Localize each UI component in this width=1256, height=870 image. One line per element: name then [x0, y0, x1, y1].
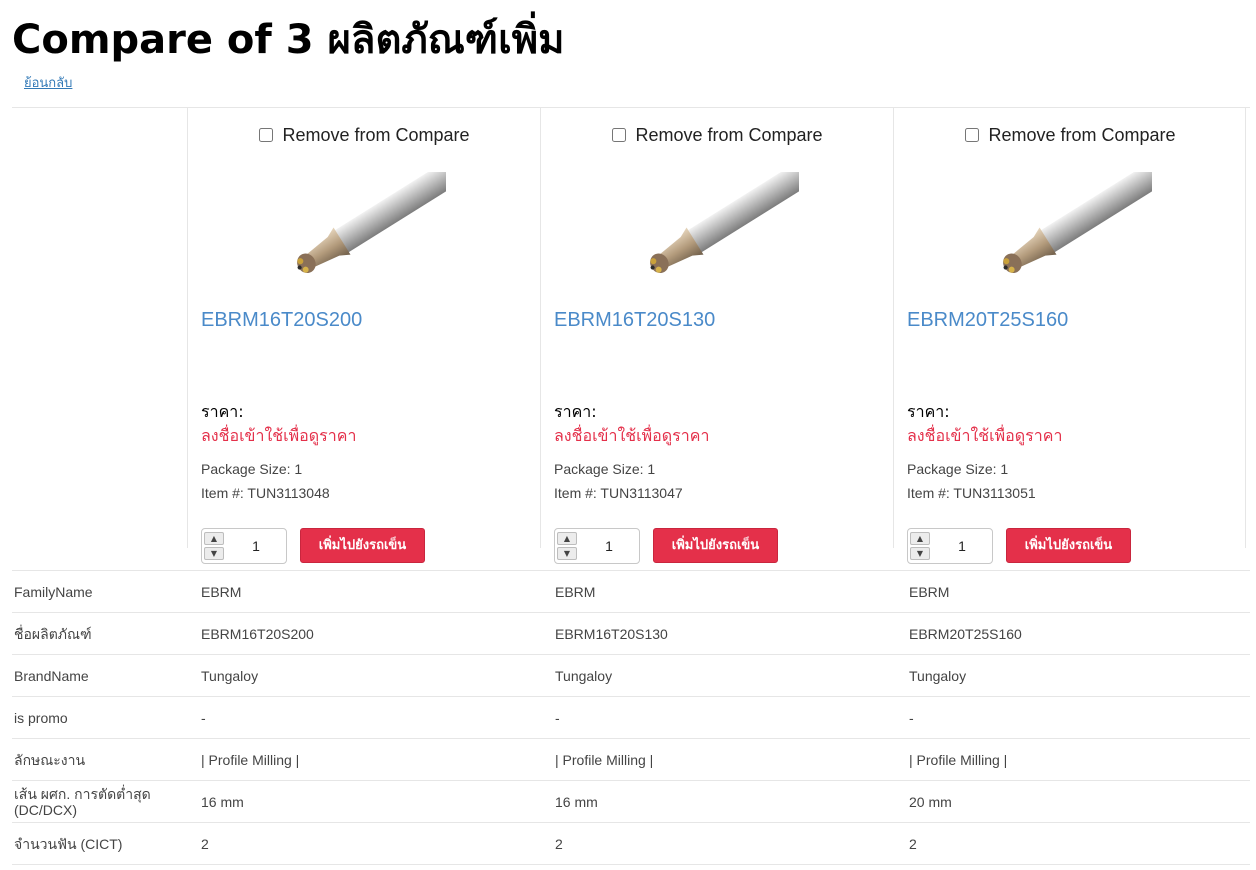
quantity-input[interactable]: 1: [932, 529, 992, 563]
spec-value: Tungaloy: [188, 654, 542, 697]
add-to-cart-button[interactable]: เพิ่มไปยังรถเข็น: [300, 528, 425, 563]
spec-value: 20 mm: [896, 780, 1250, 823]
spec-value: -: [896, 696, 1250, 739]
spec-label: BrandName: [12, 654, 188, 697]
spec-value: EBRM: [188, 570, 542, 613]
remove-checkbox[interactable]: [612, 128, 627, 142]
table-row: เส้น ผศก. การตัดต่ำสุด (DC/DCX) 16 mm 16…: [12, 780, 1250, 823]
login-to-see-price[interactable]: ลงชื่อเข้าใช้เพื่อดูราคา: [554, 426, 709, 446]
item-number: Item #: TUN3113048: [201, 485, 330, 501]
spec-value: Tungaloy: [896, 654, 1250, 697]
table-row: ชื่อผลิตภัณฑ์ EBRM16T20S200 EBRM16T20S13…: [12, 612, 1250, 655]
product-image[interactable]: [276, 172, 446, 284]
spec-label: ชื่อผลิตภัณฑ์: [12, 612, 188, 655]
add-to-cart-button[interactable]: เพิ่มไปยังรถเข็น: [1006, 528, 1131, 563]
login-to-see-price[interactable]: ลงชื่อเข้าใช้เพื่อดูราคา: [201, 426, 356, 446]
spec-value: -: [188, 696, 542, 739]
table-row: จำนวนฟัน (CICT) 2 2 2: [12, 822, 1250, 865]
spec-value: | Profile Milling |: [542, 738, 896, 781]
product-card: Remove from Compare EBRM16T20S130 ราคา: …: [540, 108, 894, 564]
item-number: Item #: TUN3113051: [907, 485, 1036, 501]
spec-value: EBRM16T20S200: [188, 612, 542, 655]
stepper-buttons: ▲ ▼: [910, 532, 930, 560]
decrement-icon[interactable]: ▼: [557, 547, 577, 560]
spec-value: EBRM20T25S160: [896, 612, 1250, 655]
spec-value: 2: [188, 822, 542, 865]
package-size: Package Size: 1: [554, 461, 656, 477]
remove-from-compare[interactable]: Remove from Compare: [188, 125, 541, 145]
quantity-stepper[interactable]: ▲ ▼ 1: [201, 528, 287, 564]
spec-value: | Profile Milling |: [188, 738, 542, 781]
spec-label: จำนวนฟัน (CICT): [12, 822, 188, 865]
package-size: Package Size: 1: [201, 461, 303, 477]
product-card: Remove from Compare EBRM20T25S160 ราคา: …: [893, 108, 1247, 564]
spec-value: 16 mm: [542, 780, 896, 823]
remove-label: Remove from Compare: [635, 125, 823, 145]
increment-icon[interactable]: ▲: [910, 532, 930, 545]
spec-value: EBRM16T20S130: [542, 612, 896, 655]
label-column: [12, 108, 187, 571]
product-image[interactable]: [982, 172, 1152, 284]
spec-value: 2: [896, 822, 1250, 865]
quantity-input[interactable]: 1: [226, 529, 286, 563]
spec-table: FamilyName EBRM EBRM EBRM ชื่อผลิตภัณฑ์ …: [12, 570, 1250, 865]
spec-value: EBRM: [896, 570, 1250, 613]
spec-label: is promo: [12, 696, 188, 739]
remove-checkbox[interactable]: [965, 128, 980, 142]
stepper-buttons: ▲ ▼: [557, 532, 577, 560]
remove-label: Remove from Compare: [988, 125, 1176, 145]
page-title: Compare of 3 ผลิตภัณฑ์เพิ่ม: [12, 17, 565, 63]
spec-value: -: [542, 696, 896, 739]
remove-from-compare[interactable]: Remove from Compare: [541, 125, 894, 145]
product-image[interactable]: [629, 172, 799, 284]
stepper-buttons: ▲ ▼: [204, 532, 224, 560]
item-number: Item #: TUN3113047: [554, 485, 683, 501]
quantity-stepper[interactable]: ▲ ▼ 1: [907, 528, 993, 564]
spec-value: | Profile Milling |: [896, 738, 1250, 781]
spec-label: FamilyName: [12, 570, 188, 613]
increment-icon[interactable]: ▲: [557, 532, 577, 545]
table-row: is promo - - -: [12, 696, 1250, 739]
product-name-link[interactable]: EBRM16T20S130: [554, 308, 715, 332]
spec-value: 2: [542, 822, 896, 865]
table-row: ลักษณะงาน | Profile Milling | | Profile …: [12, 738, 1250, 781]
product-name-link[interactable]: EBRM20T25S160: [907, 308, 1068, 332]
add-to-cart-button[interactable]: เพิ่มไปยังรถเข็น: [653, 528, 778, 563]
price-label: ราคา:: [907, 402, 950, 421]
remove-from-compare[interactable]: Remove from Compare: [894, 125, 1247, 145]
spec-label: ลักษณะงาน: [12, 738, 188, 781]
spec-label: เส้น ผศก. การตัดต่ำสุด (DC/DCX): [12, 780, 188, 823]
remove-label: Remove from Compare: [282, 125, 470, 145]
remove-checkbox[interactable]: [259, 128, 274, 142]
product-card: Remove from Compare EBRM16T20S200 ราคา: …: [187, 108, 541, 564]
back-link[interactable]: ย้อนกลับ: [24, 75, 72, 93]
quantity-input[interactable]: 1: [579, 529, 639, 563]
spec-value: EBRM: [542, 570, 896, 613]
price-label: ราคา:: [554, 402, 597, 421]
login-to-see-price[interactable]: ลงชื่อเข้าใช้เพื่อดูราคา: [907, 426, 1062, 446]
table-row: BrandName Tungaloy Tungaloy Tungaloy: [12, 654, 1250, 697]
decrement-icon[interactable]: ▼: [910, 547, 930, 560]
price-label: ราคา:: [201, 402, 244, 421]
product-name-link[interactable]: EBRM16T20S200: [201, 308, 362, 332]
spec-value: Tungaloy: [542, 654, 896, 697]
decrement-icon[interactable]: ▼: [204, 547, 224, 560]
table-row: FamilyName EBRM EBRM EBRM: [12, 570, 1250, 613]
quantity-stepper[interactable]: ▲ ▼ 1: [554, 528, 640, 564]
package-size: Package Size: 1: [907, 461, 1009, 477]
compare-products: Remove from Compare EBRM16T20S200 ราคา: …: [12, 107, 1250, 570]
spec-value: 16 mm: [188, 780, 542, 823]
increment-icon[interactable]: ▲: [204, 532, 224, 545]
